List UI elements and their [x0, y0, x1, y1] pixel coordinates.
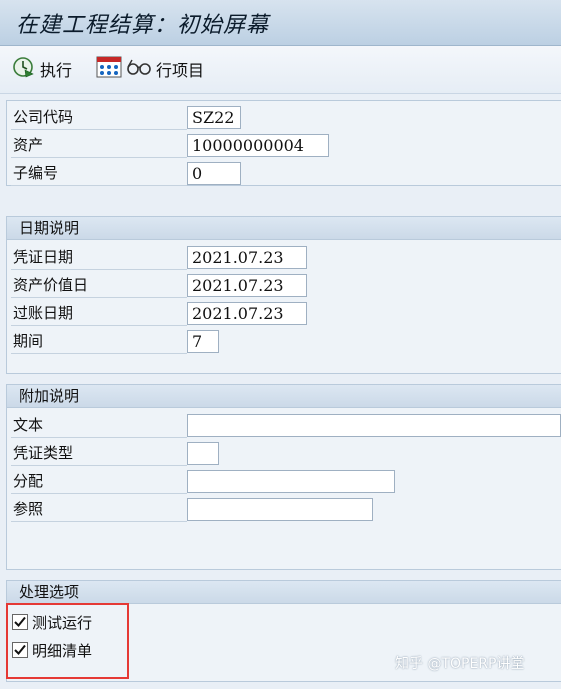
- dates-section-header: 日期说明: [7, 217, 561, 240]
- reference-row: 参照: [11, 496, 551, 522]
- document-type-input[interactable]: [187, 442, 219, 465]
- check-icon: [14, 616, 26, 627]
- asset-row: 资产 10000000004: [11, 132, 551, 158]
- detail-list-label: 明细清单: [32, 641, 93, 660]
- document-type-label: 凭证类型: [11, 440, 187, 466]
- text-row: 文本: [11, 412, 561, 438]
- window-title: 在建工程结算：初始屏幕: [16, 13, 270, 38]
- document-date-input[interactable]: 2021.07.23: [187, 246, 307, 269]
- document-date-row: 凭证日期 2021.07.23: [11, 244, 551, 270]
- sub-number-label: 子编号: [11, 160, 187, 186]
- text-input[interactable]: [187, 414, 561, 437]
- posting-date-input[interactable]: 2021.07.23: [187, 302, 307, 325]
- company-code-row: 公司代码 SZ22: [11, 104, 551, 130]
- asset-value-date-input[interactable]: 2021.07.23: [187, 274, 307, 297]
- sap-screen: 在建工程结算：初始屏幕 执行 行项目 公司代码 SZ22 资产 10000000…: [0, 0, 561, 689]
- clock-execute-icon: [12, 55, 36, 83]
- check-icon: [14, 644, 26, 655]
- assignment-label: 分配: [11, 468, 187, 494]
- test-run-checkbox[interactable]: [12, 614, 28, 630]
- assignment-input[interactable]: [187, 470, 395, 493]
- period-label: 期间: [11, 328, 187, 354]
- additional-section-header: 附加说明: [7, 385, 561, 408]
- reference-input[interactable]: [187, 498, 373, 521]
- sub-number-input[interactable]: 0: [187, 162, 241, 185]
- text-label: 文本: [11, 412, 187, 438]
- test-run-row: 测试运行: [12, 610, 92, 634]
- detail-list-checkbox[interactable]: [12, 642, 28, 658]
- document-date-label: 凭证日期: [11, 244, 187, 270]
- detail-list-row: 明细清单: [12, 638, 92, 662]
- processing-section-header: 处理选项: [7, 581, 561, 604]
- grid-icon: [96, 55, 122, 83]
- application-toolbar: 执行 行项目: [0, 46, 561, 94]
- test-run-label: 测试运行: [32, 613, 93, 632]
- line-items-button[interactable]: 行项目: [96, 56, 204, 82]
- execute-button[interactable]: 执行: [12, 56, 72, 82]
- asset-label: 资产: [11, 132, 187, 158]
- assignment-row: 分配: [11, 468, 551, 494]
- watermark-text: 知乎 @TOPERP讲堂: [395, 656, 525, 672]
- asset-value-date-label: 资产价值日: [11, 272, 187, 298]
- line-items-label: 行项目: [156, 61, 205, 80]
- period-input[interactable]: 7: [187, 330, 219, 353]
- execute-label: 执行: [40, 61, 73, 80]
- posting-date-label: 过账日期: [11, 300, 187, 326]
- glasses-icon: [126, 55, 152, 83]
- posting-date-row: 过账日期 2021.07.23: [11, 300, 551, 326]
- company-code-input[interactable]: SZ22: [187, 106, 241, 129]
- sub-number-row: 子编号 0: [11, 160, 551, 186]
- asset-value-date-row: 资产价值日 2021.07.23: [11, 272, 551, 298]
- title-bar: 在建工程结算：初始屏幕: [0, 0, 561, 46]
- company-code-label: 公司代码: [11, 104, 187, 130]
- reference-label: 参照: [11, 496, 187, 522]
- period-row: 期间 7: [11, 328, 551, 354]
- asset-input[interactable]: 10000000004: [187, 134, 329, 157]
- document-type-row: 凭证类型: [11, 440, 551, 466]
